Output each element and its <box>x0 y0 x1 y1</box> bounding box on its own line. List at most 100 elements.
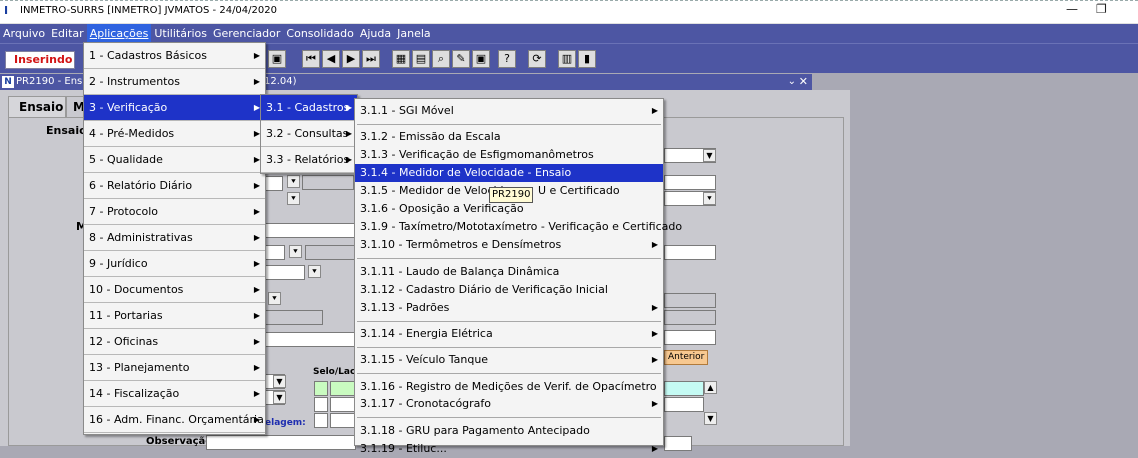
menu-item-label: 3.1.6 - Oposição a Verificação <box>360 202 524 215</box>
menu-item-pre-medidos[interactable]: 4 - Pré-Medidos ▶ <box>84 121 265 147</box>
selo-field-1[interactable] <box>330 381 356 396</box>
menu-gerenciador[interactable]: Gerenciador <box>210 24 283 43</box>
small-field-2[interactable] <box>265 245 285 260</box>
edit-icon[interactable]: ✎ <box>452 50 470 68</box>
menu-item-veiculo-tanque[interactable]: 3.1.15 - Veículo Tanque ▶ <box>355 351 663 369</box>
menu-aplicacoes[interactable]: Aplicações <box>86 24 152 43</box>
menu-item-fiscalizacao[interactable]: 14 - Fiscalização ▶ <box>84 381 265 407</box>
scroll-up-icon[interactable]: ▲ <box>704 381 717 394</box>
help-icon[interactable]: ? <box>498 50 516 68</box>
tab-ensaio[interactable]: Ensaio <box>8 96 66 118</box>
refresh-icon[interactable]: ⟳ <box>528 50 546 68</box>
menu-item-oficinas[interactable]: 12 - Oficinas ▶ <box>84 329 265 355</box>
menu-item-juridico[interactable]: 9 - Jurídico ▶ <box>84 251 265 277</box>
selo-field-2[interactable] <box>330 397 356 412</box>
menu-item-label: 3.1.13 - Padrões <box>360 301 450 314</box>
menu-utilitarios[interactable]: Utilitários <box>151 24 210 43</box>
lov-button-icon[interactable]: ⯆ <box>703 192 716 205</box>
first-record-icon[interactable]: ⏮ <box>302 50 320 68</box>
menu-consolidado[interactable]: Consolidado <box>283 24 356 43</box>
new-record-icon[interactable]: ▣ <box>268 50 286 68</box>
chevron-down-icon-2[interactable]: ▼ <box>273 375 286 388</box>
window-icon[interactable]: ▣ <box>472 50 490 68</box>
menu-item-qualidade[interactable]: 5 - Qualidade ▶ <box>84 147 265 173</box>
anterior-button[interactable]: Anterior <box>664 350 709 365</box>
menu-item-energia-eletrica[interactable]: 3.1.14 - Energia Elétrica ▶ <box>355 325 663 343</box>
list-field-2[interactable] <box>664 397 704 412</box>
menu-item-sgi-movel[interactable]: 3.1.1 - SGI Móvel ▶ <box>355 102 663 120</box>
chevron-down-icon-3[interactable]: ▼ <box>273 391 286 404</box>
menu-item-portarias[interactable]: 11 - Portarias ▶ <box>84 303 265 329</box>
menu-item-instrumentos[interactable]: 2 - Instrumentos ▶ <box>84 69 265 95</box>
menu-item-relatorios[interactable]: 3.3 - Relatórios ▶ <box>261 147 357 173</box>
menu-item-label: 3.1.16 - Registro de Medições de Verif. … <box>360 380 657 393</box>
checkbox-3[interactable] <box>314 413 328 428</box>
lov-3-icon[interactable]: ⯆ <box>289 245 302 258</box>
print-icon[interactable]: ▦ <box>392 50 410 68</box>
menu-item-laudo-balanca[interactable]: 3.1.11 - Laudo de Balança Dinâmica <box>355 263 663 281</box>
text-field-5[interactable] <box>664 310 716 325</box>
menu-ajuda[interactable]: Ajuda <box>357 24 394 43</box>
lov-2-icon[interactable]: ⯆ <box>287 192 300 205</box>
selo-field-3[interactable] <box>330 413 356 428</box>
menu-item-cadastros[interactable]: 3.1 - Cadastros ▶ <box>261 95 357 121</box>
text-field-4[interactable] <box>664 293 716 308</box>
observacao-label: Observação <box>146 436 213 447</box>
lov-5-icon[interactable]: ⯆ <box>268 292 281 305</box>
menu-item-gru[interactable]: 3.1.18 - GRU para Pagamento Antecipado <box>355 422 663 440</box>
menu-item-emissao-escala[interactable]: 3.1.2 - Emissão da Escala <box>355 128 663 146</box>
menu-item-opacimetro[interactable]: 3.1.16 - Registro de Medições de Verif. … <box>355 378 663 396</box>
list-icon[interactable]: ▤ <box>412 50 430 68</box>
checkbox-1[interactable] <box>314 381 328 396</box>
menu-item-administrativas[interactable]: 8 - Administrativas ▶ <box>84 225 265 251</box>
menu-item-verificacao[interactable]: 3 - Verificação ▶ <box>84 95 265 121</box>
cyan-list-field-1[interactable] <box>664 381 704 396</box>
search-icon[interactable]: ⌕ <box>432 50 450 68</box>
menu-item-planejamento[interactable]: 13 - Planejamento ▶ <box>84 355 265 381</box>
text-field-6[interactable] <box>664 330 716 345</box>
form-close-icon[interactable]: ✕ <box>799 74 808 90</box>
small-field-1[interactable] <box>265 176 283 191</box>
observacao-field[interactable] <box>206 435 356 450</box>
menu-editar[interactable]: Editar <box>48 24 87 43</box>
menu-janela[interactable]: Janela <box>394 24 434 43</box>
menu-item-taximetro[interactable]: 3.1.9 - Taxímetro/Mototaxímetro - Verifi… <box>355 218 682 236</box>
menu-item-consultas[interactable]: 3.2 - Consultas ▶ <box>261 121 357 147</box>
menu-arquivo[interactable]: Arquivo <box>0 24 48 43</box>
menu-item-esfigmomanometros[interactable]: 3.1.3 - Verificação de Esfigmomanômetros <box>355 146 663 164</box>
text-field-8[interactable] <box>265 332 357 347</box>
text-field-m[interactable] <box>265 223 357 238</box>
small-field-3[interactable] <box>265 265 305 280</box>
form-title-prefix: PR2190 - Ens <box>16 76 83 87</box>
menu-item-documentos[interactable]: 10 - Documentos ▶ <box>84 277 265 303</box>
next-record-icon[interactable]: ▶ <box>342 50 360 68</box>
menu-item-etiluc[interactable]: 3.1.19 - Etiluc... ▶ <box>355 440 663 458</box>
menu-item-adm-financ[interactable]: 16 - Adm. Financ. Orçamentária ▶ <box>84 407 265 433</box>
submenu-arrow-icon: ▶ <box>253 51 260 60</box>
text-field-3[interactable] <box>664 245 716 260</box>
text-field-7[interactable] <box>664 436 692 451</box>
minimize-button[interactable]: — <box>1066 2 1078 16</box>
form-minimize-icon[interactable]: ⌄ <box>788 74 796 90</box>
checkbox-2[interactable] <box>314 397 328 412</box>
previous-record-icon[interactable]: ◀ <box>322 50 340 68</box>
text-field-1[interactable] <box>664 175 716 190</box>
menu-item-termometros[interactable]: 3.1.10 - Termômetros e Densímetros ▶ <box>355 236 663 254</box>
scroll-down-icon[interactable]: ▼ <box>704 412 717 425</box>
menu-item-medidor-velocidade-ensaio[interactable]: 3.1.4 - Medidor de Velocidade - Ensaio <box>355 164 663 182</box>
menu-item-label: 14 - Fiscalização <box>89 387 180 400</box>
menu-item-padroes[interactable]: 3.1.13 - Padrões ▶ <box>355 299 663 317</box>
grid-icon[interactable]: ▥ <box>558 50 576 68</box>
lov-4-icon[interactable]: ⯆ <box>308 265 321 278</box>
lov-1-icon[interactable]: ⯆ <box>287 175 300 188</box>
menu-item-cadastros-basicos[interactable]: 1 - Cadastros Básicos ▶ <box>84 43 265 69</box>
menu-item-cronotacografo[interactable]: 3.1.17 - Cronotacógrafo ▶ <box>355 395 663 413</box>
chevron-down-icon[interactable]: ▼ <box>703 149 716 162</box>
last-record-icon[interactable]: ⏭ <box>362 50 380 68</box>
menu-item-cadastro-diario[interactable]: 3.1.12 - Cadastro Diário de Verificação … <box>355 281 663 299</box>
restore-button[interactable]: ❐ <box>1096 2 1107 16</box>
gray-field-2 <box>305 245 357 260</box>
exit-icon[interactable]: ▮ <box>578 50 596 68</box>
menu-item-protocolo[interactable]: 7 - Protocolo ▶ <box>84 199 265 225</box>
menu-item-relatorio-diario[interactable]: 6 - Relatório Diário ▶ <box>84 173 265 199</box>
